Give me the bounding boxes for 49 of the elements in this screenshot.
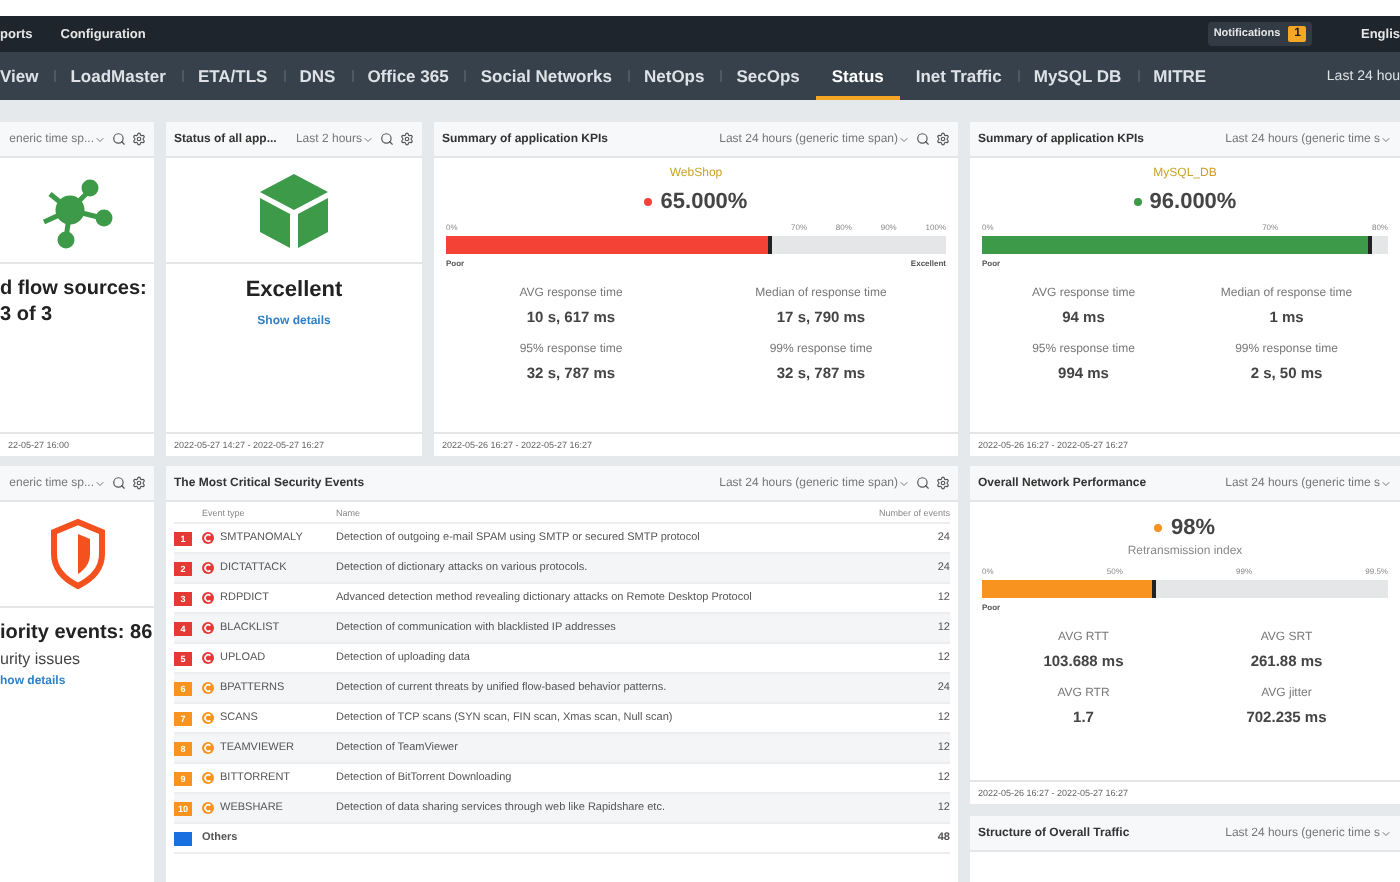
alert-icon xyxy=(202,562,214,574)
shield-icon xyxy=(49,518,105,590)
settings-icon[interactable] xyxy=(132,476,146,490)
dashboard-tab[interactable]: Inet Traffic xyxy=(899,52,1018,100)
caret-icon xyxy=(898,477,910,489)
settings-icon[interactable] xyxy=(400,132,414,146)
kpi-value: 96.000% xyxy=(1149,190,1237,214)
dashboard-tab[interactable]: Office 365 xyxy=(351,52,465,100)
alert-icon xyxy=(202,742,214,754)
kpi-value: 65.000% xyxy=(660,190,748,214)
caret-icon xyxy=(94,133,106,145)
search-icon[interactable] xyxy=(112,476,126,490)
search-icon[interactable] xyxy=(916,132,930,146)
alert-icon xyxy=(202,712,214,724)
settings-icon[interactable] xyxy=(132,132,146,146)
alert-icon xyxy=(202,682,214,694)
dashboard-tab[interactable]: LoadMaster xyxy=(54,52,182,100)
status-text: Excellent xyxy=(245,276,343,305)
settings-icon[interactable] xyxy=(936,476,950,490)
alert-icon xyxy=(202,592,214,604)
dashboard-tab[interactable]: ETA/TLS xyxy=(181,52,284,100)
dashboard-tab[interactable]: DNS xyxy=(283,52,352,100)
alert-icon xyxy=(202,532,214,544)
dashboard-tab[interactable]: View xyxy=(0,52,55,100)
caret-icon xyxy=(898,133,910,145)
dashboard-tab[interactable]: Social Networks xyxy=(464,52,628,100)
headline: iority events: 86 xyxy=(0,620,154,646)
caret-icon xyxy=(1380,133,1392,145)
caret-icon xyxy=(1380,477,1392,489)
dashboard-tab[interactable]: NetOps xyxy=(628,52,721,100)
headline: 3 of 3 xyxy=(0,302,55,328)
search-icon[interactable] xyxy=(112,132,126,146)
caret-icon xyxy=(1380,827,1392,839)
alert-icon xyxy=(202,622,214,634)
kpi-value: 98% xyxy=(1170,516,1216,540)
subheadline: urity issues xyxy=(0,650,83,668)
settings-icon[interactable] xyxy=(936,132,950,146)
dashboard-tab[interactable]: SecOps xyxy=(720,52,816,100)
caret-icon xyxy=(362,133,374,145)
dashboard-tab[interactable]: MITRE xyxy=(1137,52,1223,100)
caret-icon xyxy=(94,477,106,489)
dashboard-tab[interactable]: MySQL DB xyxy=(1017,52,1138,100)
search-icon[interactable] xyxy=(380,132,394,146)
alert-icon xyxy=(202,772,214,784)
headline: d flow sources: xyxy=(0,276,149,302)
alert-icon xyxy=(202,802,214,814)
search-icon[interactable] xyxy=(916,476,930,490)
cube-icon xyxy=(256,170,332,250)
alert-icon xyxy=(202,652,214,664)
